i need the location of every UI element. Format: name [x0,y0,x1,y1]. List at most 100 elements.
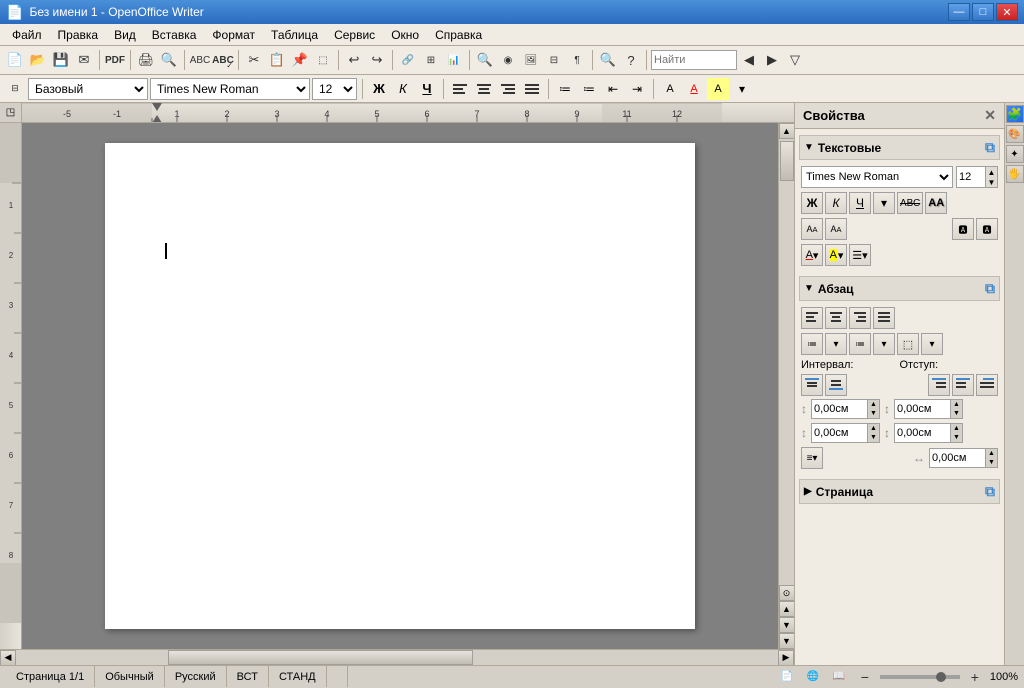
view-page-btn[interactable]: 📄 [776,666,798,688]
panel-size-down[interactable]: ▼ [986,177,997,187]
size-select[interactable]: 12 [312,78,357,100]
scroll-right-btn[interactable]: ▶ [778,650,794,666]
decrease-indent-btn[interactable]: ⇤ [602,78,624,100]
para-below-btn[interactable] [825,374,847,396]
vscrollbar[interactable]: ▲ ⊙ ▲ ▼ ▼ [778,123,794,649]
para-align-justify-btn[interactable] [873,307,895,329]
para-unordered-opts-btn[interactable]: ▾ [825,333,847,355]
para-linespace-btn[interactable]: ⬚ [897,333,919,355]
indent-after-down[interactable]: ▼ [950,433,962,442]
paragraph-section-expand-icon[interactable]: ⧉ [985,280,995,297]
view-book-btn[interactable]: 📖 [828,666,850,688]
below-spacing-up[interactable]: ▲ [867,424,879,433]
copy-btn[interactable]: 📋 [266,49,288,71]
preview-btn[interactable]: 🔍 [158,49,180,71]
panel-size-group[interactable]: ▲ ▼ [956,166,998,188]
scroll-thumb-h[interactable] [168,650,473,665]
navigator-btn[interactable]: ◉ [497,49,519,71]
below-spacing-down[interactable]: ▼ [867,433,879,442]
paragraph-section-header[interactable]: ▼ Абзац ⧉ [799,276,1000,301]
find-btn[interactable]: 🔍 [474,49,496,71]
first-indent-up[interactable]: ▲ [985,449,997,458]
sidebar-icon-3[interactable]: ✦ [1006,145,1024,163]
panel-subscript-btn[interactable]: АА [825,218,847,240]
indent-after-input-group[interactable]: ▲ ▼ [894,423,963,443]
search-next-btn[interactable]: ▶ [761,49,783,71]
close-button[interactable]: ✕ [996,3,1018,21]
panel-fontcolor-btn[interactable]: А▾ [801,244,823,266]
align-left-btn[interactable] [449,78,471,100]
below-spacing-input-group[interactable]: ▲ ▼ [811,423,880,443]
above-spacing-down[interactable]: ▼ [867,409,879,418]
menu-insert[interactable]: Вставка [144,24,205,45]
para-linespace-opts-btn[interactable]: ▾ [921,333,943,355]
save-btn[interactable]: 💾 [50,49,72,71]
search-box[interactable] [651,50,737,70]
underline-btn[interactable]: Ч [416,78,438,100]
font-select[interactable]: Times New Roman [150,78,310,100]
menu-edit[interactable]: Правка [50,24,107,45]
spellcheck-btn[interactable]: ABC [189,49,211,71]
page-next-btn[interactable]: ▼ [779,617,795,633]
indent-after-input[interactable] [895,424,950,442]
indent-before-input-group[interactable]: ▲ ▼ [894,399,963,419]
indent-before-input[interactable] [895,400,950,418]
panel-superscript-btn[interactable]: АА [801,218,823,240]
panel-bold-btn[interactable]: Ж [801,192,823,214]
para-ordered-btn[interactable]: ≔ [849,333,871,355]
list-ordered-btn[interactable]: ≔ [578,78,600,100]
search-options-btn[interactable]: ▽ [784,49,806,71]
linespace-dropdown-btn[interactable]: ≡▾ [801,447,823,469]
above-spacing-input-group[interactable]: ▲ ▼ [811,399,880,419]
style-select[interactable]: Базовый [28,78,148,100]
para-indent-left-btn[interactable] [928,374,950,396]
indent-before-down[interactable]: ▼ [950,409,962,418]
first-indent-input-group[interactable]: ▲ ▼ [929,448,998,468]
page-prev-btn[interactable]: ▲ [779,601,795,617]
sidebar-icon-1[interactable]: 🧩 [1006,105,1024,123]
indent-after-up[interactable]: ▲ [950,424,962,433]
para-align-right-btn[interactable] [849,307,871,329]
view-web-btn[interactable]: 🌐 [802,666,824,688]
status-mode2[interactable]: СТАНД [269,666,327,687]
para-indent-right-btn[interactable] [952,374,974,396]
panel-char-style-btn[interactable]: ☰▾ [849,244,871,266]
panel-chars2-btn[interactable]: 🅰 [976,218,998,240]
email-btn[interactable]: ✉ [73,49,95,71]
chart-btn[interactable]: 📊 [443,49,465,71]
para-align-center-btn[interactable] [825,307,847,329]
help-btn[interactable]: ? [620,49,642,71]
scroll-down-btn[interactable]: ▼ [779,633,795,649]
panel-chars-btn[interactable]: 🅰 [952,218,974,240]
cut-btn[interactable]: ✂ [243,49,265,71]
format-paste-btn[interactable]: ⬚ [312,49,334,71]
autocorrect-btn[interactable]: ABC ✓ [212,49,234,71]
menu-format[interactable]: Формат [204,24,263,45]
text-section-header[interactable]: ▼ Текстовые ⧉ [799,135,1000,160]
table-btn[interactable]: ⊞ [420,49,442,71]
search-prev-btn[interactable]: ◀ [738,49,760,71]
above-spacing-up[interactable]: ▲ [867,400,879,409]
highlight-btn[interactable]: А [707,78,729,100]
panel-shadow-btn[interactable]: АА [925,192,947,214]
datasource-btn[interactable]: ⊟ [543,49,565,71]
menu-table[interactable]: Таблица [263,24,326,45]
font-color-btn[interactable]: А [683,78,705,100]
text-section-expand-icon[interactable]: ⧉ [985,139,995,156]
style-list-btn[interactable]: ⊟ [4,78,26,100]
scroll-track-h[interactable] [16,650,778,665]
bold-btn[interactable]: Ж [368,78,390,100]
zoom-in-status-btn[interactable]: + [964,666,986,688]
status-mode1[interactable]: ВСТ [227,666,269,687]
redo-btn[interactable]: ↪ [366,49,388,71]
para-above-btn[interactable] [801,374,823,396]
panel-size-input[interactable] [957,168,985,186]
sidebar-icon-2[interactable]: 🎨 [1006,125,1024,143]
paste-btn[interactable]: 📌 [289,49,311,71]
align-justify-btn[interactable] [521,78,543,100]
new-btn[interactable]: 📄 [4,49,26,71]
panel-underline-opts-btn[interactable]: ▾ [873,192,895,214]
below-spacing-input[interactable] [812,424,867,442]
list-unordered-btn[interactable]: ≔ [554,78,576,100]
para-ordered-opts-btn[interactable]: ▾ [873,333,895,355]
